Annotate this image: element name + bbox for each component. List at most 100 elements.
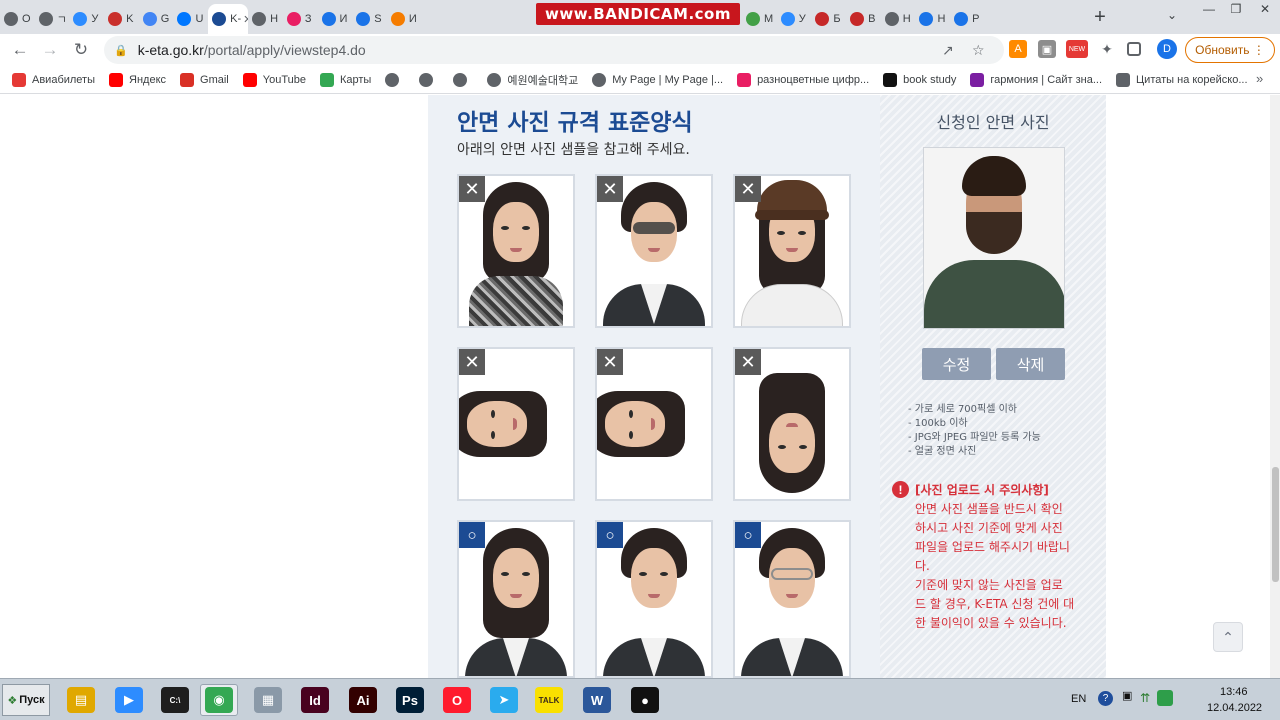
browser-tab[interactable]: И <box>318 4 353 34</box>
bookmark-item[interactable] <box>385 72 405 87</box>
minimize-icon[interactable]: — <box>1196 0 1222 18</box>
browser-tab[interactable]: Б <box>811 4 846 34</box>
zoom-icon[interactable]: ▶ <box>110 684 148 716</box>
bookmarks-overflow-icon[interactable]: » <box>1256 71 1263 86</box>
tab-search-icon[interactable]: ⌄ <box>1160 6 1184 24</box>
bookmark-item[interactable]: Авиабилеты <box>12 72 95 87</box>
close-window-icon[interactable]: ✕ <box>1252 0 1278 18</box>
browser-tab[interactable]: U <box>173 4 208 34</box>
profile-avatar[interactable]: D <box>1157 39 1177 59</box>
tab-label: H <box>937 13 946 25</box>
scroll-to-top-button[interactable]: ⌃ <box>1213 622 1243 652</box>
bookmark-label: My Page | My Page |... <box>612 73 724 86</box>
browser-tab[interactable]: M <box>742 4 777 34</box>
browser-tab[interactable]: G <box>139 4 174 34</box>
kakaotalk-icon[interactable]: TALK <box>530 684 568 716</box>
bookmark-item[interactable]: 예원예술대학교 <box>487 72 578 88</box>
bookmark-item[interactable] <box>453 72 473 87</box>
browser-tab[interactable]: У <box>69 4 104 34</box>
tab-favicon-icon <box>919 12 934 26</box>
gmail-icon <box>180 72 195 87</box>
back-arrow-icon[interactable]: ← <box>5 35 35 65</box>
requirement-item: - 가로 세로 700픽셀 이하 <box>908 404 1018 415</box>
tab-label: У <box>798 13 806 25</box>
address-bar[interactable]: 🔒 k-eta.go.kr/portal/apply/viewstep4.do … <box>104 36 1004 64</box>
share-icon[interactable]: ↗ <box>942 42 954 59</box>
browser-tab-strip: O ㄱ У K G U K- ✕ Н З И S И www.BANDICAM.com MУБBHHP … <box>0 0 1280 34</box>
browser-tab[interactable]: S <box>352 4 387 34</box>
restore-icon[interactable]: ❐ <box>1224 0 1248 18</box>
opera-icon[interactable]: O <box>438 684 476 716</box>
file-explorer-icon[interactable]: ▤ <box>62 684 100 716</box>
browser-tab[interactable]: Н <box>248 4 283 34</box>
update-button[interactable]: Обновить ⋮ <box>1185 37 1275 63</box>
forward-arrow-icon[interactable]: → <box>35 35 65 65</box>
tab-active[interactable]: K- ✕ <box>208 4 249 34</box>
bookmark-item[interactable] <box>419 72 439 87</box>
browser-tab[interactable]: H <box>915 4 950 34</box>
new-extension-icon[interactable]: NEW <box>1066 40 1088 58</box>
network-icon[interactable]: ▣ <box>1122 689 1132 702</box>
indesign-icon[interactable]: Id <box>296 684 334 716</box>
bookmark-item[interactable]: YouTube <box>242 72 306 87</box>
extension-a-icon[interactable]: A <box>1009 40 1027 58</box>
bookmark-item[interactable]: My Page | My Page |... <box>592 72 724 87</box>
extension-image-icon[interactable]: ▣ <box>1038 40 1056 58</box>
browser-tab[interactable]: O <box>0 4 35 34</box>
browser-tab[interactable]: З <box>283 4 318 34</box>
bookmarks-bar: Авиабилеты Яндекс Gmail YouTube Карты 예원예술대학교… <box>0 66 1280 94</box>
browser-tab[interactable]: H <box>881 4 916 34</box>
tray-app-icon[interactable] <box>1157 690 1173 706</box>
bookmark-star-icon[interactable]: ☆ <box>972 42 985 59</box>
new-tab-button[interactable]: + <box>1085 2 1115 32</box>
delete-photo-button[interactable]: 삭제 <box>996 348 1065 380</box>
browser-tab[interactable]: B <box>846 4 881 34</box>
start-button[interactable]: ❖ Пуск <box>2 684 50 716</box>
language-indicator[interactable]: EN <box>1071 693 1086 705</box>
illustrator-icon[interactable]: Ai <box>344 684 382 716</box>
terminal-icon[interactable]: C:\ <box>156 684 194 716</box>
bookmark-item[interactable]: Gmail <box>180 72 229 87</box>
bookmark-item[interactable]: Яндекс <box>109 72 166 87</box>
accept-mark-icon: ○ <box>459 522 485 548</box>
calculator-icon[interactable]: ▦ <box>249 684 287 716</box>
taskbar-app-glyph: TALK <box>535 687 563 713</box>
browser-tab[interactable]: У <box>777 4 812 34</box>
telegram-icon[interactable]: ➤ <box>485 684 523 716</box>
gear-icon <box>1116 72 1131 87</box>
word-icon[interactable]: W <box>578 684 616 716</box>
reload-icon[interactable]: ↻ <box>66 35 96 65</box>
bookmark-item[interactable]: book study <box>883 72 956 87</box>
tab-favicon-icon <box>746 12 760 26</box>
edit-photo-button[interactable]: 수정 <box>922 348 991 380</box>
url-host: k-eta.go.kr <box>137 42 204 58</box>
tab-label: U <box>195 13 204 25</box>
tab-favicon-icon <box>286 12 301 26</box>
photoshop-icon[interactable]: Ps <box>391 684 429 716</box>
applicant-photo-title: 신청인 안면 사진 <box>936 113 1050 132</box>
tray-arrow-icon[interactable]: ⇈ <box>1140 691 1150 705</box>
side-panel-icon[interactable] <box>1127 42 1141 56</box>
bookmark-item[interactable]: разноцветные цифр... <box>737 72 869 87</box>
bandicam-record-icon[interactable]: ● <box>626 684 664 716</box>
tab-favicon-icon <box>4 12 18 26</box>
warning-line: 기준에 맞지 않는 사진을 업로 <box>915 578 1063 592</box>
help-icon[interactable]: ? <box>1098 691 1113 706</box>
sample-photo-upside-down: ✕ <box>733 347 851 501</box>
reject-mark-icon: ✕ <box>459 349 485 375</box>
extensions-puzzle-icon[interactable]: ✦ <box>1098 40 1116 58</box>
taskbar-app-glyph: ▶ <box>115 687 143 713</box>
browser-tab[interactable]: ㄱ <box>35 4 70 34</box>
taskbar-app-glyph: Ps <box>396 687 424 713</box>
browser-tab[interactable]: K <box>104 4 139 34</box>
bookmark-item[interactable]: гармония | Сайт зна... <box>970 72 1102 87</box>
page-scrollbar[interactable] <box>1270 95 1280 678</box>
scrollbar-thumb[interactable] <box>1272 467 1279 582</box>
browser-tab[interactable]: И <box>387 4 422 34</box>
bookmark-item[interactable]: Цитаты на корейско... <box>1116 72 1248 87</box>
taskbar-app-glyph: ▦ <box>254 687 282 713</box>
bookmark-item[interactable]: Карты <box>319 72 371 87</box>
chrome-icon[interactable]: ◉ <box>200 684 238 716</box>
browser-tab[interactable]: P <box>950 4 985 34</box>
requirement-item: - JPG와 JPEG 파일만 등록 가능 <box>908 432 1041 443</box>
